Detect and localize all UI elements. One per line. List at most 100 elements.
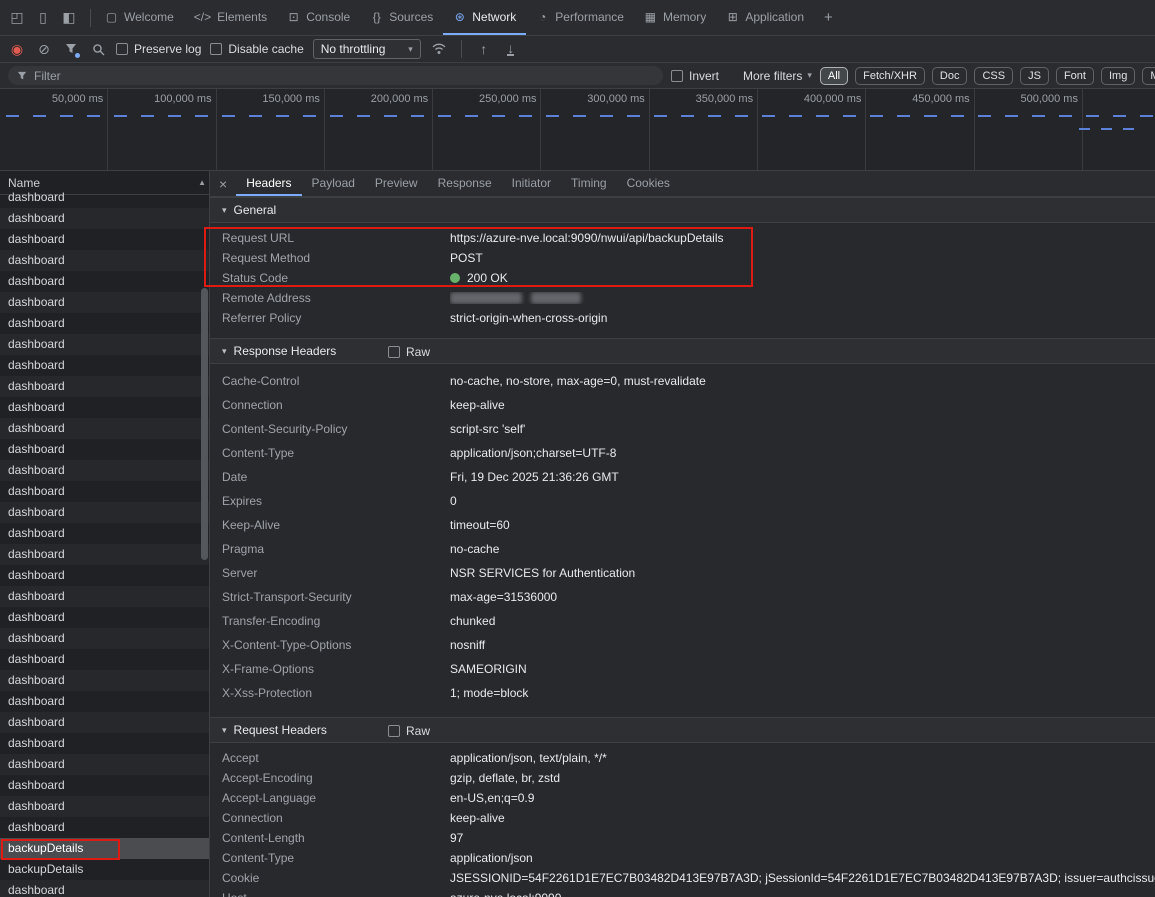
header-name: Remote Address [210,291,450,305]
filter-input[interactable]: Filter [8,66,663,85]
detail-tab[interactable]: Payload [302,171,365,196]
resource-type-chip[interactable]: CSS [974,67,1013,85]
request-list-scrollbar[interactable] [201,288,208,560]
request-list-item[interactable]: dashboard [0,439,209,460]
request-list-item[interactable]: dashboard [0,817,209,838]
request-list-item[interactable]: dashboard [0,586,209,607]
request-list-item[interactable]: dashboard [0,460,209,481]
more-filters-dropdown[interactable]: More filters ▾ [743,69,812,83]
invert-box[interactable] [671,70,683,82]
request-list-item[interactable]: dashboard [0,313,209,334]
export-har-icon[interactable]: ↓ [502,40,520,58]
resource-type-chip[interactable]: Med [1142,67,1155,85]
request-list-item[interactable]: dashboard [0,334,209,355]
chevron-down-icon: ▾ [408,44,413,55]
search-icon[interactable] [89,40,107,58]
header-row: Request Method POST [210,248,1155,268]
resource-type-chip[interactable]: Fetch/XHR [855,67,925,85]
import-har-icon[interactable]: ↑ [475,40,493,58]
detail-tab[interactable]: Response [428,171,502,196]
response-raw-box[interactable] [388,346,400,358]
filter-funnel-icon[interactable] [62,40,80,58]
invert-checkbox[interactable]: Invert [671,69,719,83]
detail-tab[interactable]: Headers [236,171,301,196]
request-list-item[interactable]: dashboard [0,292,209,313]
request-raw-checkbox[interactable]: Raw [388,718,430,744]
request-list-item[interactable]: dashboard [0,565,209,586]
request-list-item[interactable]: dashboard [0,481,209,502]
request-list-item[interactable]: dashboard [0,670,209,691]
request-list-item[interactable]: dashboard [0,628,209,649]
network-overview-timeline[interactable]: 50,000 ms 100,000 ms 150,000 ms 200,000 … [0,89,1155,171]
request-name: dashboard [8,484,65,498]
request-headers-section-header[interactable]: ▾ Request Headers Raw [210,717,1155,743]
request-list-item[interactable]: dashboard [0,712,209,733]
clear-network-log-icon[interactable]: ⊘ [35,40,53,58]
detail-tab[interactable]: Initiator [502,171,561,196]
disable-cache-box[interactable] [210,43,222,55]
devtools-panel-tab[interactable]: ▦ Memory [634,0,716,35]
resource-type-chip[interactable]: Img [1101,67,1135,85]
header-value: no-cache, no-store, max-age=0, must-reva… [450,374,1155,388]
request-list-item[interactable]: dashboard [0,796,209,817]
request-raw-box[interactable] [388,725,400,737]
request-list-item[interactable]: dashboard [0,733,209,754]
request-list-item[interactable]: dashboard [0,880,209,897]
header-value: POST [450,251,1155,265]
devtools-panel-tab[interactable]: {} Sources [360,0,443,35]
request-list-item[interactable]: dashboard [0,271,209,292]
preserve-log-box[interactable] [116,43,128,55]
request-list-item[interactable]: dashboard [0,418,209,439]
request-list-item[interactable]: dashboard [0,376,209,397]
request-list-item[interactable]: dashboard [0,502,209,523]
request-list-item[interactable]: dashboard [0,649,209,670]
header-value: gzip, deflate, br, zstd [450,771,1155,785]
detail-tab[interactable]: Timing [561,171,617,196]
request-list-item[interactable]: dashboard [0,523,209,544]
more-tabs-button[interactable]: + [814,0,843,35]
response-headers-section-header[interactable]: ▾ Response Headers Raw [210,338,1155,364]
detail-tab[interactable]: Cookies [617,171,680,196]
request-list-item[interactable]: backupDetails [0,838,209,859]
request-list-item[interactable]: dashboard [0,775,209,796]
resource-type-chip[interactable]: Doc [932,67,968,85]
devtools-panel-tab[interactable]: ▢ Welcome [95,0,184,35]
panel-tab-label: Performance [555,10,624,24]
request-list-item[interactable]: dashboard [0,208,209,229]
request-list-item[interactable]: dashboard [0,544,209,565]
request-list-item[interactable]: dashboard [0,187,209,208]
device-toolbar-icon[interactable]: ▯ [30,9,56,26]
request-list-item[interactable]: dashboard [0,607,209,628]
request-list-item[interactable]: dashboard [0,691,209,712]
devtools-panel-tab[interactable]: ⊛ Network [443,0,526,35]
devtools-panel-tab[interactable]: </> Elements [184,0,277,35]
throttling-dropdown[interactable]: No throttling ▾ [313,39,421,59]
request-list-item[interactable]: dashboard [0,229,209,250]
resource-type-chip[interactable]: Font [1056,67,1094,85]
network-conditions-icon[interactable] [430,40,448,58]
detail-tab[interactable]: Preview [365,171,428,196]
request-list-item[interactable]: backupDetails [0,859,209,880]
devtools-panel-tab[interactable]: ⊞ Application [716,0,814,35]
general-section-header[interactable]: ▾ General [210,197,1155,223]
general-rows: Request URL https://azure-nve.local:9090… [210,223,1155,328]
request-list-item[interactable]: dashboard [0,754,209,775]
header-value-text: SAMEORIGIN [450,662,527,676]
request-name: dashboard [8,400,65,414]
resource-type-chip[interactable]: JS [1020,67,1049,85]
close-detail-icon[interactable]: × [210,171,236,196]
record-network-log-icon[interactable]: ◉ [8,40,26,58]
devtools-panel-tab[interactable]: ◔ Performance [526,0,634,35]
response-raw-checkbox[interactable]: Raw [388,339,430,365]
header-value-text: application/json;charset=UTF-8 [450,446,616,460]
request-list-item[interactable]: dashboard [0,355,209,376]
inspect-element-icon[interactable]: ◰ [4,9,30,26]
disable-cache-checkbox[interactable]: Disable cache [210,42,303,56]
dock-side-icon[interactable]: ◧ [56,9,82,26]
header-value: https://azure-nve.local:9090/nwui/api/ba… [450,231,1155,245]
request-list-item[interactable]: dashboard [0,397,209,418]
preserve-log-checkbox[interactable]: Preserve log [116,42,201,56]
devtools-panel-tab[interactable]: ⊡ Console [277,0,360,35]
request-list-item[interactable]: dashboard [0,250,209,271]
resource-type-chip[interactable]: All [820,67,848,85]
